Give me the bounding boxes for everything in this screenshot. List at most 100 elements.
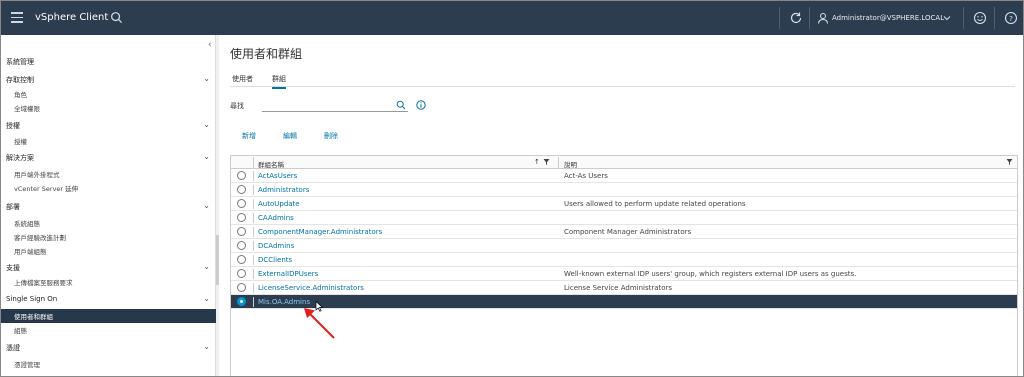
- group-name-link[interactable]: AutoUpdate: [258, 200, 300, 208]
- column-header-group-name[interactable]: 群組名稱: [258, 159, 284, 169]
- sidebar-section[interactable]: 解決方案 ⌄: [1, 151, 216, 165]
- sidebar-subitem[interactable]: 授權: [1, 134, 216, 148]
- user-menu[interactable]: Administrator@VSPHERE.LOCAL: [832, 14, 944, 22]
- sidebar-subitem[interactable]: 用戶端組態: [1, 244, 216, 258]
- sidebar-subitem[interactable]: 憑證管理: [1, 357, 216, 371]
- sidebar-subitem[interactable]: 用戶端外掛程式: [1, 167, 216, 181]
- hamburger-menu-icon[interactable]: [11, 12, 23, 26]
- new-button[interactable]: 新增: [242, 131, 256, 141]
- sidebar-scrollbar[interactable]: [216, 35, 219, 376]
- column-header-description[interactable]: 說明: [564, 159, 577, 169]
- column-divider[interactable]: [558, 157, 559, 168]
- sidebar-section[interactable]: 存取控制 ⌄: [1, 73, 216, 87]
- row-radio[interactable]: [237, 199, 246, 208]
- filter-icon[interactable]: [543, 158, 550, 166]
- group-name-link[interactable]: Administrators: [258, 186, 309, 194]
- sidebar-subitem[interactable]: 組態: [1, 323, 216, 337]
- search-icon[interactable]: [396, 100, 406, 110]
- sort-asc-icon[interactable]: ↑: [534, 158, 540, 166]
- column-divider: [253, 241, 254, 251]
- annotation-arrow-icon: [304, 308, 335, 339]
- group-name-link[interactable]: ComponentManager.Administrators: [258, 228, 382, 236]
- header-divider: [994, 7, 995, 29]
- collapse-sidebar-icon[interactable]: ‹: [208, 40, 212, 50]
- group-name-link[interactable]: ExternalIDPUsers: [258, 270, 318, 278]
- sidebar-subitem[interactable]: 全域權限: [1, 101, 216, 115]
- chevron-down-icon[interactable]: ⌄: [203, 342, 210, 351]
- info-icon[interactable]: [416, 100, 426, 110]
- search-icon[interactable]: [110, 11, 123, 24]
- table-row[interactable]: Administrators: [231, 183, 1017, 197]
- edit-button[interactable]: 編輯: [283, 131, 297, 141]
- chevron-down-icon[interactable]: ⌄: [203, 294, 210, 303]
- row-radio[interactable]: [237, 213, 246, 222]
- scrollbar-thumb[interactable]: [216, 235, 219, 285]
- table-row[interactable]: DCAdmins: [231, 239, 1017, 253]
- column-divider: [253, 269, 254, 279]
- sidebar-subitem[interactable]: 系統組態: [1, 216, 216, 230]
- table-row[interactable]: CAAdmins: [231, 211, 1017, 225]
- sidebar-item-label: 授權: [14, 138, 27, 146]
- table-row[interactable]: AutoUpdate Users allowed to perform updat…: [231, 197, 1017, 211]
- group-name-link[interactable]: CAAdmins: [258, 214, 294, 222]
- row-radio[interactable]: [237, 171, 246, 180]
- table-row[interactable]: ActAsUsers Act-As Users: [231, 169, 1017, 183]
- row-radio[interactable]: [237, 241, 246, 250]
- column-divider: [253, 297, 254, 307]
- group-name-link[interactable]: DCAdmins: [258, 242, 294, 250]
- chevron-down-icon[interactable]: ⌄: [203, 262, 210, 271]
- sidebar-subitem[interactable]: vCenter Server 延伸: [1, 181, 216, 195]
- search-input[interactable]: [262, 99, 408, 112]
- search-label: 尋找: [230, 102, 244, 110]
- sidebar-item-label: 憑證: [6, 344, 20, 352]
- sidebar-subitem[interactable]: 角色: [1, 87, 216, 101]
- row-radio[interactable]: [237, 185, 246, 194]
- table-row[interactable]: LicenseService.Administrators License Ser…: [231, 281, 1017, 295]
- sidebar-section[interactable]: 部署 ⌄: [1, 200, 216, 214]
- tab-users[interactable]: 使用者: [232, 74, 253, 84]
- sidebar-section[interactable]: 憑證 ⌄: [1, 341, 216, 355]
- chevron-down-icon[interactable]: ⌄: [203, 120, 210, 129]
- header-divider: [963, 7, 964, 29]
- sidebar-subitem[interactable]: 上傳檔案至服務要求: [1, 275, 216, 289]
- delete-button[interactable]: 刪除: [324, 131, 338, 141]
- refresh-icon[interactable]: [789, 11, 803, 25]
- sidebar-section[interactable]: 系統管理: [1, 55, 216, 69]
- row-radio[interactable]: [237, 297, 246, 306]
- sidebar-item-label: 解決方案: [6, 154, 34, 162]
- chevron-down-icon[interactable]: ⌄: [203, 152, 210, 161]
- table-row[interactable]: ComponentManager.Administrators Component…: [231, 225, 1017, 239]
- column-divider: [253, 185, 254, 195]
- group-description: Component Manager Administrators: [564, 228, 692, 236]
- group-name-link[interactable]: DCClients: [258, 256, 292, 264]
- row-radio[interactable]: [237, 269, 246, 278]
- sidebar-item-label: 部署: [6, 203, 20, 211]
- row-radio[interactable]: [237, 227, 246, 236]
- sidebar-section[interactable]: Single Sign On ⌄: [1, 293, 216, 307]
- filter-icon[interactable]: [1006, 158, 1013, 166]
- table-row[interactable]: Mis.OA.Admins: [231, 295, 1017, 309]
- sidebar-item-label: 憑證管理: [14, 361, 40, 369]
- sidebar-item-label: 全域權限: [14, 105, 40, 113]
- column-divider: [253, 213, 254, 223]
- sidebar-subitem[interactable]: 使用者和群組: [1, 309, 216, 323]
- sidebar-section[interactable]: 授權 ⌄: [1, 119, 216, 133]
- feedback-smiley-icon[interactable]: [973, 11, 987, 25]
- table-row[interactable]: DCClients: [231, 253, 1017, 267]
- help-icon[interactable]: ?: [1004, 11, 1018, 25]
- row-radio[interactable]: [237, 283, 246, 292]
- sidebar-item-label: 存取控制: [6, 76, 34, 84]
- chevron-down-icon[interactable]: ⌄: [203, 74, 210, 83]
- app-title[interactable]: vSphere Client: [35, 12, 108, 23]
- table-row[interactable]: ExternalIDPUsers Well-known external IDP …: [231, 267, 1017, 281]
- chevron-down-icon[interactable]: [943, 14, 951, 22]
- column-divider: [253, 227, 254, 237]
- grid-header: 群組名稱 ↑ 說明: [231, 156, 1017, 169]
- group-name-link[interactable]: LicenseService.Administrators: [258, 284, 364, 292]
- row-radio[interactable]: [237, 255, 246, 264]
- group-name-link[interactable]: ActAsUsers: [258, 172, 297, 180]
- sidebar-subitem[interactable]: 客戶經驗改進計劃: [1, 230, 216, 244]
- sidebar-item-label: 組態: [14, 327, 27, 335]
- sidebar-section[interactable]: 支援 ⌄: [1, 261, 216, 275]
- chevron-down-icon[interactable]: ⌄: [203, 201, 210, 210]
